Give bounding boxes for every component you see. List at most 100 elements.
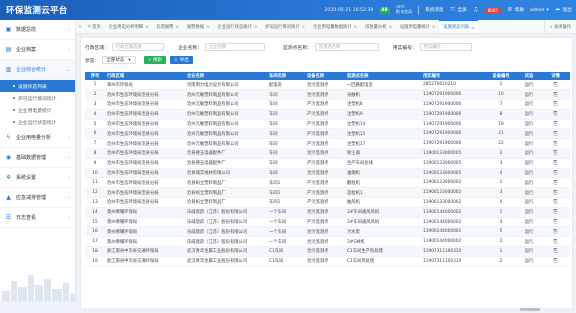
- close-icon[interactable]: ⊗: [354, 24, 357, 29]
- tab-facility-power[interactable]: 设施用电量统计 ⊗: [396, 20, 439, 33]
- sidebar-subitem-running[interactable]: 企业运行状态统计: [0, 116, 75, 128]
- datetime: 2020-05-21 16:52:39: [324, 7, 374, 13]
- sidebar-item-power-analysis[interactable]: ϟ 企业用电量分析 ›: [0, 128, 75, 148]
- sidebar-item-emergency[interactable]: ▲ 应急减排管理 ›: [0, 188, 75, 208]
- sidebar-subitem-power[interactable]: 企业用电量统计: [0, 104, 75, 116]
- table-row[interactable]: 10 沧州市生态环境局沧县分局 沧县瑞丰线材有限公司 车间 治污监测点 油烟机 119001…: [85, 168, 570, 179]
- close-icon[interactable]: ⊗: [471, 25, 474, 30]
- sidebar-item-label: 数据总揽: [16, 27, 37, 33]
- detail-icon[interactable]: ⎘: [541, 148, 570, 159]
- close-icon[interactable]: ⊗: [145, 24, 148, 29]
- detail-icon[interactable]: ⎘: [541, 226, 570, 238]
- table-row[interactable]: 11 沧州市生态环境局沧县分局 沧县蚂立塑料制品厂 车间1 产污监测点 翻粒机 119001…: [85, 177, 570, 189]
- table-cell: 11900133000005: [421, 148, 485, 159]
- table-row[interactable]: 8 沧州市生态环境局沧县分局 沧县德玉电器配件厂 车间 治污监测点 除尘器 11900133…: [85, 148, 570, 159]
- sidebar-item-stats[interactable]: ▥ 企业综合统计 ⌄: [0, 60, 75, 80]
- user-menu[interactable]: admin ▾: [530, 8, 549, 13]
- table-cell: 11900133000002: [421, 177, 485, 189]
- table-row[interactable]: 16 景州佛耀环保局 乐威恩药（江苏）股份有限公司 一个车间 治污监测点 污水泵 11900…: [85, 226, 570, 238]
- table-row[interactable]: 3 沧州市生态环境局沧县分局 沧州元敏塑料制品有限公司 车间 产污监测点 注塑机8 1190…: [85, 99, 570, 110]
- table-row[interactable]: 18 浙江南县中市县交通环保局 武汉青华金属工业股份有限公司 C1车间 治污监测点 C1车…: [85, 246, 570, 257]
- table-row[interactable]: 14 景州佛耀环保局 乐威恩药（江苏）股份有限公司 一个车间 治污监测点 3#车间通风风机…: [85, 207, 570, 218]
- close-icon[interactable]: ⊗: [389, 24, 392, 29]
- sidebar-item-overview[interactable]: ▣ 数据总揽 ›: [0, 20, 75, 40]
- detail-icon[interactable]: ⎘: [541, 168, 570, 179]
- tab-power-stats[interactable]: 企业用电量数据统计 ⊗: [309, 20, 361, 33]
- messages-button[interactable]: 系统消息: [425, 7, 443, 13]
- detail-icon[interactable]: ⎘: [541, 138, 570, 150]
- tab-emission[interactable]: 排放量分析 ⊗: [361, 20, 396, 33]
- status-select[interactable]: 全部状态 ▾: [102, 56, 137, 64]
- table-row[interactable]: 12 沧州市生态环境局沧县分局 沧县蚂立塑料制品厂 车间1 产污监测点 造粒机1 11900…: [85, 187, 570, 199]
- table-cell: 运行: [517, 217, 541, 228]
- close-icon[interactable]: ⊗: [206, 24, 209, 29]
- company-input[interactable]: 企业名称: [205, 43, 265, 51]
- fullscreen-button[interactable]: ⤧ 全屏: [449, 7, 466, 13]
- table-row[interactable]: 5 沧州市生态环境局沧县分局 沧州元敏塑料制品有限公司 车间 产污监测点 注塑机14 119…: [85, 119, 570, 130]
- detail-icon[interactable]: ⎘: [541, 119, 570, 130]
- table-row[interactable]: 13 沧州市生态环境局沧县分局 沧县蚂立塑料制品厂 车间1 产污监测点 抽风机 119001…: [85, 197, 570, 208]
- detail-icon[interactable]: ⎘: [541, 99, 570, 110]
- sidebar-item-archive[interactable]: ▤ 企业档案 ›: [0, 40, 75, 60]
- tab-facility-status[interactable]: 设施状态列表 ⊗: [439, 20, 479, 33]
- meter-input[interactable]: 用实编号: [419, 43, 472, 51]
- tab-scroll-left-button[interactable]: «: [76, 20, 84, 33]
- sidebar-item-logs[interactable]: ☰ 日志查看 ›: [0, 208, 75, 228]
- company-label: 企业名称：: [178, 45, 202, 51]
- detail-icon[interactable]: ⎘: [541, 217, 570, 228]
- table-cell: 景州佛耀环保局: [105, 207, 185, 218]
- tab-alarm-data[interactable]: 报警数据 ⊗: [183, 20, 214, 33]
- close-all-tabs-button[interactable]: » 关闭操作: [543, 20, 576, 33]
- detail-icon[interactable]: ⎘: [541, 158, 570, 169]
- detail-icon[interactable]: ⎘: [541, 187, 570, 199]
- close-icon[interactable]: ⊗: [176, 24, 179, 29]
- tab-running-stats[interactable]: 企业运行状态统计 ⊗: [214, 20, 262, 33]
- detail-icon[interactable]: ⎘: [541, 236, 570, 248]
- logout-button[interactable]: ➦ 退出: [555, 7, 572, 13]
- username: admin: [530, 7, 545, 13]
- detail-icon[interactable]: ⎘: [541, 197, 570, 208]
- detail-icon[interactable]: ⎘: [541, 207, 570, 218]
- table-row[interactable]: 7 沧州市生态环境局沧县分局 沧州元敏塑料制品有限公司 车间 产污监测点 注塑机17 119…: [85, 138, 570, 150]
- close-icon[interactable]: ⊗: [254, 24, 257, 29]
- close-icon[interactable]: ⊗: [432, 24, 435, 29]
- tab-power-detail[interactable]: 企业用电分析明细 ⊗: [105, 20, 153, 33]
- point-input[interactable]: 监测点名称: [314, 43, 379, 51]
- table-row[interactable]: 1 郑州市环保局 河南明力电力设计有限公司 配电房 治污监测点 一回路配电室 2852706…: [85, 80, 570, 91]
- sidebar-subitem-furnace[interactable]: 炉况运行情况统计: [0, 92, 75, 104]
- table-row[interactable]: 2 沧州市生态环境局沧县分局 沧州元敏塑料制品有限公司 车间 治污监测点 光触机 11907…: [85, 89, 570, 101]
- detail-icon[interactable]: ⎘: [541, 256, 570, 267]
- horizontal-scrollbar[interactable]: [80, 308, 573, 311]
- detail-icon[interactable]: ⎘: [541, 246, 570, 257]
- detail-icon[interactable]: ⎘: [541, 177, 570, 189]
- detail-icon[interactable]: ⎘: [541, 80, 570, 91]
- export-button[interactable]: ⇩ 导出: [169, 56, 193, 64]
- table-cell: 配电房: [267, 80, 305, 91]
- tab-alarm[interactable]: 异常报警 ⊗: [152, 20, 183, 33]
- sidebar-subitem-facility-status[interactable]: 设施状态列表: [0, 80, 75, 92]
- detail-icon[interactable]: ⎘: [541, 89, 570, 101]
- detail-icon[interactable]: ⎘: [541, 109, 570, 120]
- table-row[interactable]: 15 景州佛耀环保局 乐威恩药（江苏）股份有限公司 一个车间 产污监测点 3#车间通风风机…: [85, 217, 570, 228]
- search-button[interactable]: ⌕ 搜索: [144, 56, 166, 64]
- detail-icon[interactable]: ⎘: [541, 128, 570, 140]
- table-row[interactable]: 9 沧州市生态环境局沧县分局 沧县德玉电器配件厂 车间 产污监测点 生产车间总线 11900…: [85, 158, 570, 169]
- table-cell: 1: [485, 177, 517, 189]
- sidebar-item-settings[interactable]: ✲ 系统设置 ›: [0, 168, 75, 188]
- sidebar-item-base-data[interactable]: ◉ 基础数据管理 ›: [0, 148, 75, 168]
- bell-button[interactable]: ♫: [473, 7, 479, 13]
- district-select[interactable]: 行政区域选择: [112, 43, 164, 51]
- scrollbar-thumb[interactable]: [520, 308, 540, 311]
- filter-bar: 行政区域： 行政区域选择 企业名称： 企业名称 监测点名称： 监测点名称 用实编…: [85, 42, 570, 68]
- table-row[interactable]: 6 沧州市生态环境局沧县分局 沧州元敏塑料制品有限公司 车间 产污监测点 注塑机15 119…: [85, 128, 570, 140]
- help-button[interactable]: ✆ 帮助: [507, 7, 525, 13]
- table-cell: 沧州市生态环境局沧县分局: [105, 109, 185, 120]
- table-row[interactable]: 19 浙江南县中市县交通环保局 武汉青华金属工业股份有限公司 C1车间 治污监测点 C1车…: [85, 256, 570, 267]
- close-icon[interactable]: ⊗: [302, 24, 305, 29]
- notification-badge[interactable]: 8005: [484, 6, 501, 14]
- table-cell: 治污监测点: [305, 236, 345, 248]
- tab-home[interactable]: ⌂ 首页: [84, 20, 105, 33]
- tab-furnace-stats[interactable]: 炉况运行情况统计 ⊗: [261, 20, 309, 33]
- table-row[interactable]: 17 景州佛耀环保局 乐威恩药（江苏）股份有限公司 一个车间 治污监测点 3#GM机 119…: [85, 236, 570, 248]
- table-row[interactable]: 4 沧州市生态环境局沧县分局 沧州元敏塑料制品有限公司 车间 产污监测点 注塑机9 1190…: [85, 109, 570, 120]
